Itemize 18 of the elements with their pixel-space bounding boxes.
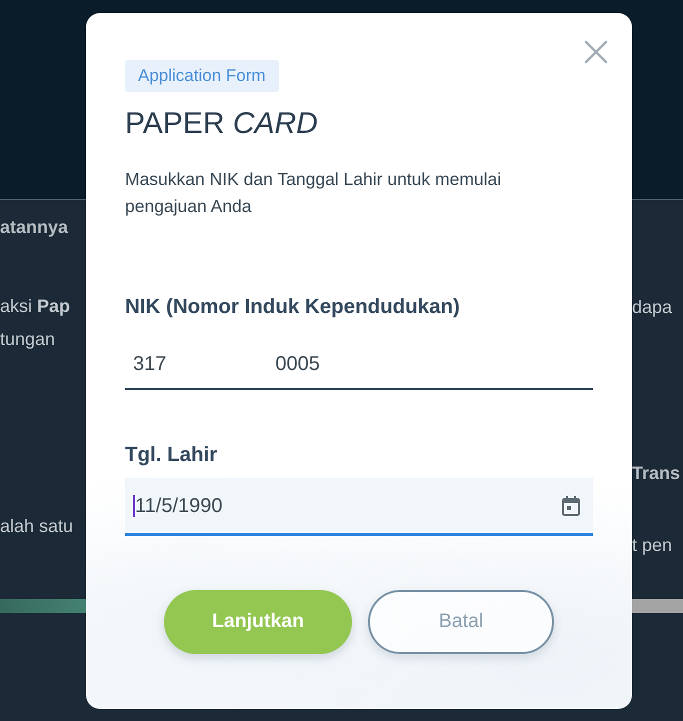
field-label: Tgl. Lahir <box>125 443 218 467</box>
background-heading: Trans <box>632 462 682 485</box>
calendar-icon <box>562 496 580 516</box>
background-text: alah satu <box>0 515 74 537</box>
description-text: Masukkan NIK dan Tanggal Lahir untuk memulai pengajuan Anda <box>125 168 502 218</box>
background-text: aksi Pap <box>0 295 72 317</box>
text-cursor <box>133 494 135 516</box>
background-heading: atannya <box>0 216 70 239</box>
background-text: tungan <box>0 328 56 350</box>
brand-title: PAPER CARD <box>125 106 319 142</box>
date-field[interactable]: 11/5/1990 <box>125 478 593 536</box>
field-label: NIK (Nomor Induk Kependudukan) <box>125 295 461 319</box>
form-tag: Application Form <box>125 60 279 92</box>
background-text: t pen <box>632 534 674 556</box>
close-button[interactable] <box>584 40 608 64</box>
close-icon <box>584 40 608 64</box>
background-text: dapa <box>632 296 674 318</box>
background-bar <box>632 599 683 613</box>
